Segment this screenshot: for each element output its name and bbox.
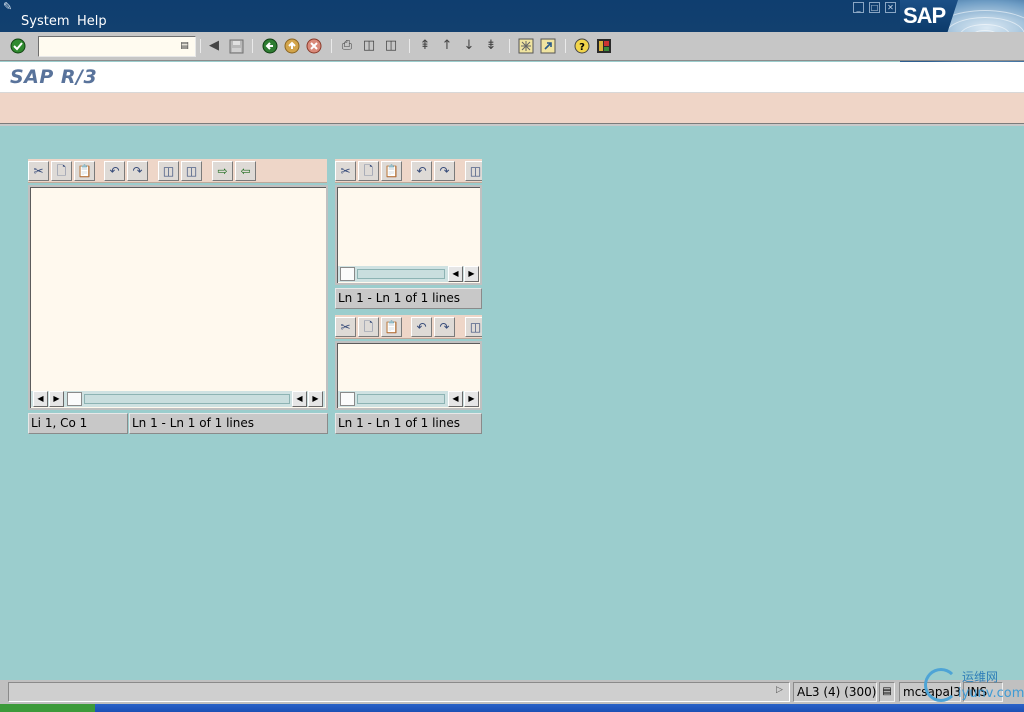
next-page-icon[interactable]: ↓ bbox=[460, 37, 478, 55]
system-menu-icon[interactable]: ✎ bbox=[3, 1, 17, 13]
system-info-toggle-icon[interactable]: ▤ bbox=[879, 682, 895, 702]
save-file-icon[interactable]: ⇦ bbox=[235, 161, 256, 181]
title-area: SAP R/3 bbox=[0, 62, 1024, 93]
main-editor-toolbar: ✂ 🗋 📋 ↶ ↷ ◫ ◫ ⇨ ⇦ bbox=[28, 159, 327, 183]
cut-icon[interactable]: ✂ bbox=[335, 317, 356, 337]
menu-bar: ✎ System Help _ □ ✕ bbox=[0, 0, 1024, 32]
scroll-thumb[interactable] bbox=[340, 267, 355, 281]
taskbar bbox=[0, 704, 1024, 712]
restore-icon[interactable]: □ bbox=[869, 2, 880, 13]
find-icon[interactable]: ◫ bbox=[465, 317, 482, 337]
horizontal-scrollbar[interactable]: ◀ ▶ bbox=[338, 266, 479, 282]
scroll-left-icon[interactable]: ◀ bbox=[448, 266, 463, 282]
copy-icon[interactable]: 🗋 bbox=[51, 161, 72, 181]
scroll-track[interactable] bbox=[84, 394, 290, 404]
previous-page-icon[interactable]: ↑ bbox=[438, 37, 456, 55]
paste-icon[interactable]: 📋 bbox=[381, 317, 402, 337]
scroll-track[interactable] bbox=[357, 394, 445, 404]
horizontal-scrollbar[interactable]: ◀ ▶ ◀ ▶ bbox=[31, 391, 325, 407]
scroll-left-icon[interactable]: ◀ bbox=[292, 391, 307, 407]
cancel-icon[interactable] bbox=[305, 37, 323, 55]
top-right-editor-toolbar: ✂ 🗋 📋 ↶ ↷ ◫ bbox=[335, 159, 482, 183]
scroll-right-icon[interactable]: ▶ bbox=[49, 391, 64, 407]
redo-icon[interactable]: ↷ bbox=[434, 317, 455, 337]
find-icon[interactable]: ◫ bbox=[158, 161, 179, 181]
find-next-icon[interactable]: ◫ bbox=[382, 37, 400, 55]
back-arrow-icon[interactable]: ◀ bbox=[205, 37, 223, 55]
customize-layout-icon[interactable] bbox=[595, 37, 613, 55]
redo-icon[interactable]: ↷ bbox=[434, 161, 455, 181]
watermark-cn: 运维网 bbox=[962, 670, 999, 684]
scroll-left-icon[interactable]: ◀ bbox=[33, 391, 48, 407]
scroll-thumb[interactable] bbox=[340, 392, 355, 406]
menu-help[interactable]: Help bbox=[77, 14, 107, 29]
scroll-thumb[interactable] bbox=[67, 392, 82, 406]
menu-system[interactable]: System bbox=[21, 14, 69, 29]
minimize-icon[interactable]: _ bbox=[853, 2, 864, 13]
watermark-en: iyunv.com bbox=[958, 686, 1024, 701]
copy-icon[interactable]: 🗋 bbox=[358, 161, 379, 181]
toolbar-divider bbox=[0, 124, 1024, 126]
close-icon[interactable]: ✕ bbox=[885, 2, 896, 13]
bottom-right-text-editor[interactable]: ◀ ▶ bbox=[335, 341, 482, 410]
copy-icon[interactable]: 🗋 bbox=[358, 317, 379, 337]
watermark-logo bbox=[924, 668, 958, 702]
system-info: AL3 (4) (300) bbox=[793, 682, 877, 702]
status-bar: ▷ AL3 (4) (300) ▤ mcsapal3 INS bbox=[0, 680, 1024, 704]
status-message bbox=[8, 682, 790, 702]
undo-icon[interactable]: ↶ bbox=[411, 317, 432, 337]
application-toolbar bbox=[0, 93, 1024, 124]
cut-icon[interactable]: ✂ bbox=[28, 161, 49, 181]
start-button[interactable] bbox=[0, 704, 95, 712]
redo-icon[interactable]: ↷ bbox=[127, 161, 148, 181]
paste-icon[interactable]: 📋 bbox=[74, 161, 95, 181]
scroll-right-icon[interactable]: ▶ bbox=[464, 391, 479, 407]
enter-icon[interactable] bbox=[9, 37, 27, 55]
find-next-icon[interactable]: ◫ bbox=[181, 161, 202, 181]
help-icon[interactable]: ? bbox=[573, 37, 591, 55]
standard-toolbar: ▤ ◀ ⎙ ◫ ◫ ⇞ ↑ ↓ ⇟ ? bbox=[0, 32, 1024, 61]
print-icon[interactable]: ⎙ bbox=[338, 37, 356, 55]
scroll-right-icon[interactable]: ▶ bbox=[464, 266, 479, 282]
find-icon[interactable]: ◫ bbox=[360, 37, 378, 55]
bottom-right-editor-toolbar: ✂ 🗋 📋 ↶ ↷ ◫ bbox=[335, 315, 482, 339]
svg-text:?: ? bbox=[579, 42, 585, 53]
scroll-track[interactable] bbox=[357, 269, 445, 279]
create-session-icon[interactable] bbox=[517, 37, 535, 55]
find-icon[interactable]: ◫ bbox=[465, 161, 482, 181]
line-count: Ln 1 - Ln 1 of 1 lines bbox=[129, 413, 328, 434]
line-count: Ln 1 - Ln 1 of 1 lines bbox=[335, 288, 482, 309]
exit-icon[interactable] bbox=[283, 37, 301, 55]
save-icon[interactable] bbox=[227, 37, 245, 55]
main-text-editor[interactable]: ◀ ▶ ◀ ▶ bbox=[28, 185, 328, 410]
status-expand-icon[interactable]: ▷ bbox=[776, 685, 783, 695]
generate-shortcut-icon[interactable] bbox=[539, 37, 557, 55]
command-dropdown-icon[interactable]: ▤ bbox=[180, 40, 189, 52]
undo-icon[interactable]: ↶ bbox=[104, 161, 125, 181]
undo-icon[interactable]: ↶ bbox=[411, 161, 432, 181]
cut-icon[interactable]: ✂ bbox=[335, 161, 356, 181]
top-right-text-editor[interactable]: ◀ ▶ bbox=[335, 185, 482, 285]
page-title: SAP R/3 bbox=[10, 66, 98, 88]
load-file-icon[interactable]: ⇨ bbox=[212, 161, 233, 181]
last-page-icon[interactable]: ⇟ bbox=[482, 37, 500, 55]
paste-icon[interactable]: 📋 bbox=[381, 161, 402, 181]
scroll-left-icon[interactable]: ◀ bbox=[448, 391, 463, 407]
cursor-position: Li 1, Co 1 bbox=[28, 413, 128, 434]
line-count: Ln 1 - Ln 1 of 1 lines bbox=[335, 413, 482, 434]
back-icon[interactable] bbox=[261, 37, 279, 55]
horizontal-scrollbar[interactable]: ◀ ▶ bbox=[338, 391, 479, 407]
first-page-icon[interactable]: ⇞ bbox=[416, 37, 434, 55]
scroll-right-icon[interactable]: ▶ bbox=[308, 391, 323, 407]
command-field[interactable] bbox=[38, 36, 196, 57]
